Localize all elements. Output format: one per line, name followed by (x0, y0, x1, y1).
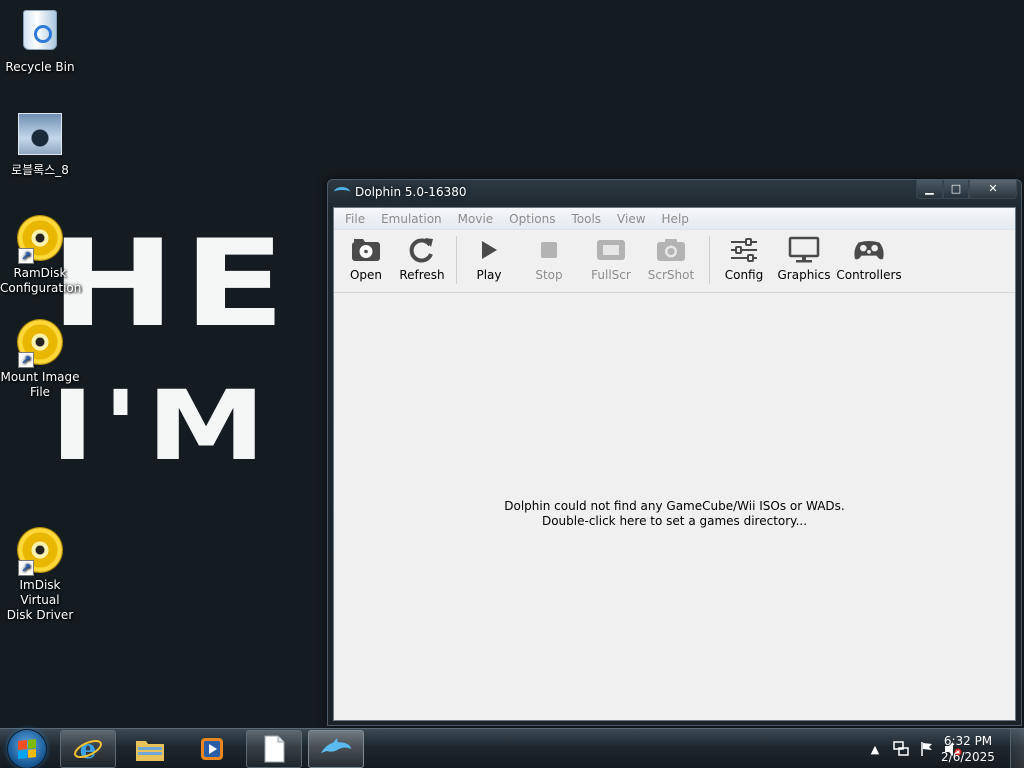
taskbar-dolphin[interactable] (308, 730, 364, 768)
folder-icon (136, 741, 164, 761)
recycle-bin-icon (16, 10, 64, 58)
game-list-area[interactable]: Dolphin could not find any GameCube/Wii … (334, 293, 1015, 720)
taskbar-internet-explorer[interactable]: e (60, 730, 116, 768)
stop-label: Stop (535, 268, 563, 282)
screenshot-button[interactable]: ScrShot (639, 230, 703, 286)
dolphin-icon (321, 738, 351, 753)
clock-time: 6:32 PM (943, 734, 993, 748)
fullscreen-button[interactable]: FullScr (583, 230, 639, 286)
shortcut-arrow-icon: ↗ (18, 248, 34, 264)
disc-icon: ↗ (16, 320, 64, 368)
desktop-icon-imdisk[interactable]: ↗ ImDisk Virtual Disk Driver (0, 526, 80, 623)
close-button[interactable]: ✕ (969, 180, 1017, 199)
toolbar: Open Refresh Play Stop FullScr ScrShot C… (334, 230, 1015, 293)
config-button[interactable]: Config (716, 230, 772, 286)
minimize-button[interactable]: ▁ (916, 180, 943, 199)
network-icon[interactable] (891, 739, 911, 759)
window-controls: ▁ □ ✕ (916, 180, 1017, 199)
refresh-icon (406, 234, 438, 266)
open-button[interactable]: Open (338, 230, 394, 286)
dolphin-window: Dolphin 5.0-16380 ▁ □ ✕ File Emulation M… (327, 179, 1022, 726)
clock[interactable]: 6:32 PM 2/6/2025 (938, 733, 998, 765)
dolphin-logo-icon (334, 187, 350, 197)
config-label: Config (724, 268, 764, 282)
wallpaper-text-line2: I'M (50, 370, 274, 482)
imdisk-label-line2: Disk Driver (6, 608, 74, 622)
menu-file[interactable]: File (337, 212, 373, 226)
monitor-icon (788, 234, 820, 266)
clock-date: 2/6/2025 (941, 750, 995, 764)
window-titlebar[interactable]: Dolphin 5.0-16380 ▁ □ ✕ (328, 180, 1021, 206)
controllers-button[interactable]: Controllers (836, 230, 902, 286)
ramdisk-label-line1: RamDisk (13, 266, 67, 280)
graphics-button[interactable]: Graphics (772, 230, 836, 286)
menu-tools[interactable]: Tools (563, 212, 609, 226)
play-label: Play (476, 268, 502, 282)
stop-icon (533, 234, 565, 266)
mount-label-line1: Mount Image (0, 370, 80, 384)
menu-emulation[interactable]: Emulation (373, 212, 450, 226)
menu-view[interactable]: View (609, 212, 653, 226)
open-label: Open (349, 268, 383, 282)
action-center-flag-icon[interactable] (917, 739, 937, 759)
svg-text:e: e (80, 735, 97, 764)
taskbar-file-explorer[interactable] (122, 730, 178, 768)
fullscreen-label: FullScr (591, 268, 631, 282)
desktop-icon-roblox[interactable]: 로블록스_8 (0, 110, 80, 178)
internet-explorer-icon: e (74, 735, 102, 764)
roblox-image-icon (16, 113, 64, 161)
camera-icon (655, 234, 687, 266)
gamepad-icon (853, 234, 885, 266)
play-icon (473, 234, 505, 266)
toolbar-separator (709, 236, 710, 284)
refresh-label: Refresh (399, 268, 445, 282)
disc-icon: ↗ (16, 216, 64, 264)
stop-button[interactable]: Stop (515, 230, 583, 286)
play-button[interactable]: Play (463, 230, 515, 286)
toolbar-separator (456, 236, 457, 284)
windows-logo-icon (18, 739, 36, 759)
desktop-icon-ramdisk[interactable]: ↗ RamDisk Configuration (0, 214, 82, 296)
taskbar: e ▲ 6:32 PM 2/6/2025 (0, 728, 1024, 768)
media-player-icon (201, 738, 223, 760)
recycle-bin-label: Recycle Bin (5, 60, 75, 74)
menu-movie[interactable]: Movie (450, 212, 502, 226)
menu-options[interactable]: Options (501, 212, 563, 226)
taskbar-document[interactable] (246, 730, 302, 768)
ramdisk-label-line2: Configuration (0, 281, 82, 295)
mount-label-line2: File (29, 385, 51, 399)
roblox-label: 로블록스_8 (11, 163, 69, 177)
show-desktop-button[interactable] (1010, 729, 1024, 768)
empty-game-list-message[interactable]: Dolphin could not find any GameCube/Wii … (334, 499, 1015, 529)
desktop-icon-recycle-bin[interactable]: Recycle Bin (0, 6, 80, 75)
imdisk-label-line1: ImDisk Virtual (19, 578, 61, 607)
controllers-label: Controllers (836, 268, 902, 282)
show-hidden-icons-arrow-icon[interactable]: ▲ (865, 739, 885, 759)
graphics-label: Graphics (777, 268, 831, 282)
sliders-icon (728, 234, 760, 266)
open-disc-icon (350, 234, 382, 266)
shortcut-arrow-icon: ↗ (18, 560, 34, 576)
desktop-icon-mount-image[interactable]: ↗ Mount Image File (0, 318, 80, 400)
blank-document-icon (264, 735, 285, 763)
maximize-button[interactable]: □ (943, 180, 969, 199)
wallpaper-text-line1: HE (50, 215, 294, 354)
menu-help[interactable]: Help (654, 212, 697, 226)
window-title: Dolphin 5.0-16380 (355, 185, 467, 199)
start-button[interactable] (8, 730, 46, 768)
taskbar-media-player[interactable] (184, 730, 240, 768)
refresh-button[interactable]: Refresh (394, 230, 450, 286)
window-client-area: File Emulation Movie Options Tools View … (333, 207, 1016, 721)
empty-message-line1: Dolphin could not find any GameCube/Wii … (504, 499, 845, 513)
screenshot-label: ScrShot (647, 268, 695, 282)
disc-icon: ↗ (16, 528, 64, 576)
shortcut-arrow-icon: ↗ (18, 352, 34, 368)
menu-bar: File Emulation Movie Options Tools View … (334, 208, 1015, 230)
empty-message-line2: Double-click here to set a games directo… (541, 514, 808, 528)
fullscreen-icon (595, 234, 627, 266)
